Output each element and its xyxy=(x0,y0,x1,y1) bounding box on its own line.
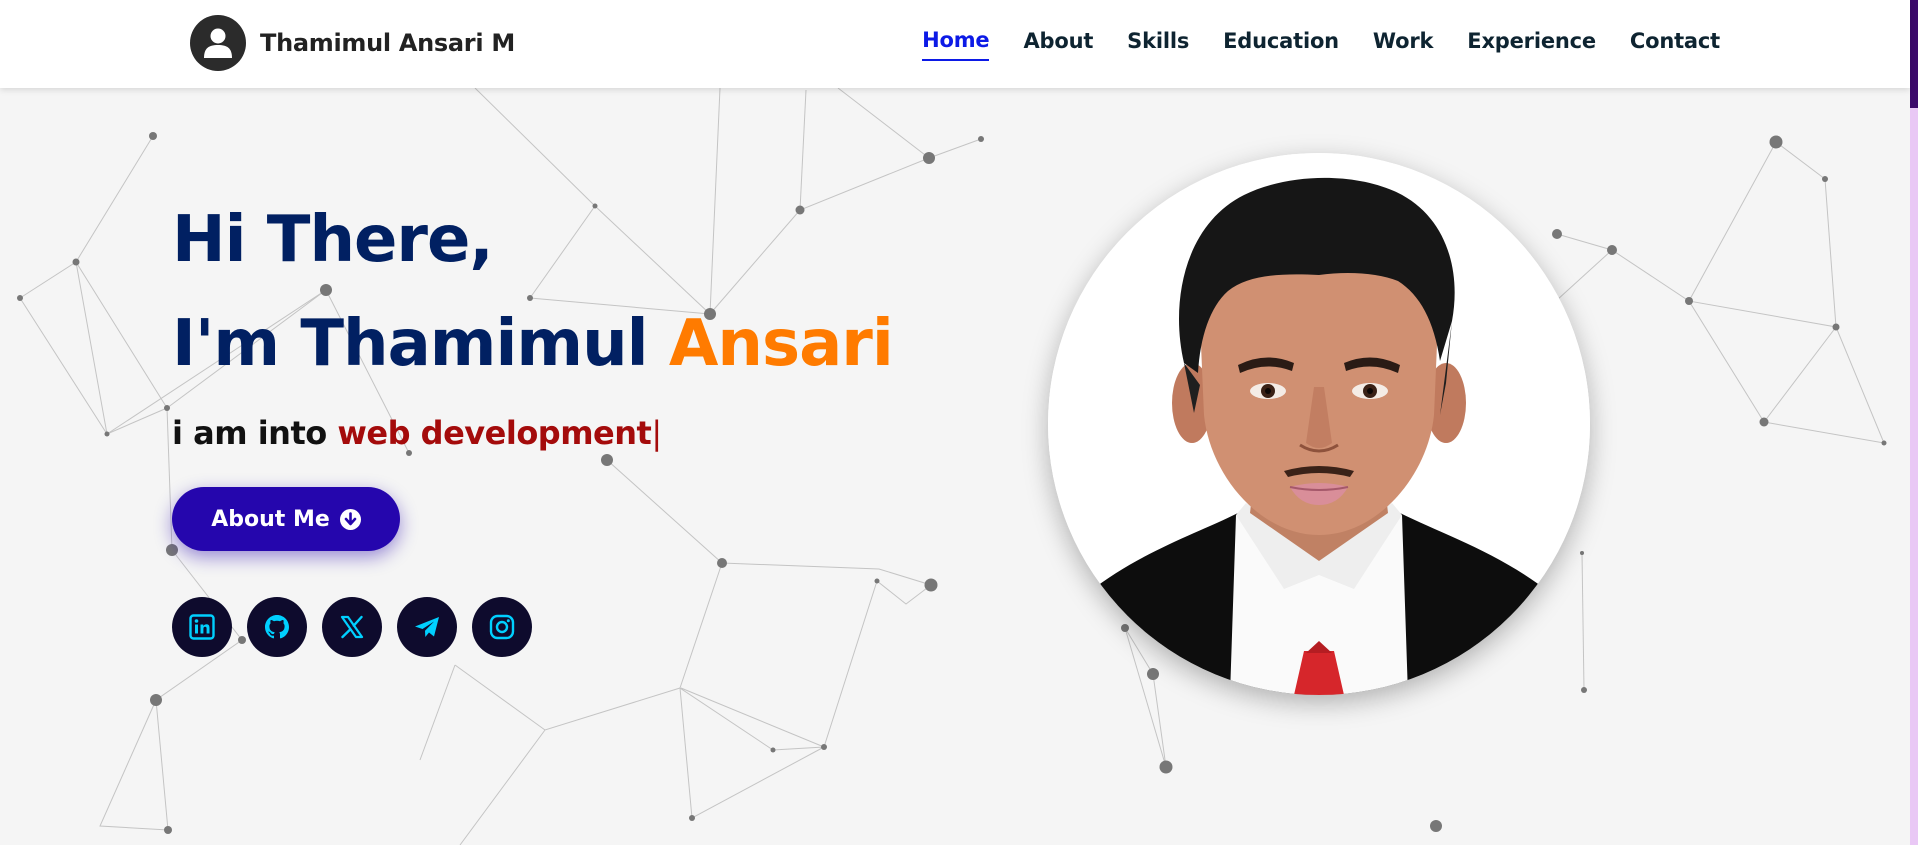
typing-typed: web development xyxy=(337,414,652,452)
navbar: Thamimul Ansari M Home About Skills Educ… xyxy=(0,0,1910,88)
brand-link[interactable]: Thamimul Ansari M xyxy=(190,15,515,71)
about-me-button-label: About Me xyxy=(211,506,330,532)
nav-link-skills[interactable]: Skills xyxy=(1127,29,1189,60)
hero-intro: I'm Thamimul Ansari xyxy=(172,312,894,376)
x-twitter-link[interactable] xyxy=(322,597,382,657)
arrow-circle-down-icon xyxy=(339,508,361,530)
page-scrollbar-track[interactable] xyxy=(1910,0,1918,845)
github-icon xyxy=(265,615,289,639)
portrait-image xyxy=(1048,153,1590,695)
nav-link-contact[interactable]: Contact xyxy=(1630,29,1720,60)
hero-intro-highlight: Ansari xyxy=(668,307,894,381)
x-twitter-icon xyxy=(340,615,364,639)
profile-photo xyxy=(1048,153,1590,695)
brand-name: Thamimul Ansari M xyxy=(260,29,515,57)
nav-link-work[interactable]: Work xyxy=(1373,29,1434,60)
hero-greeting: Hi There, xyxy=(172,203,494,277)
typing-text: i am into web development| xyxy=(172,414,662,452)
nav-link-education[interactable]: Education xyxy=(1223,29,1339,60)
nav-link-home[interactable]: Home xyxy=(922,28,990,61)
instagram-icon xyxy=(489,614,515,640)
main-nav: Home About Skills Education Work Experie… xyxy=(888,0,1720,88)
github-link[interactable] xyxy=(247,597,307,657)
linkedin-link[interactable] xyxy=(172,597,232,657)
social-links xyxy=(172,597,547,657)
instagram-link[interactable] xyxy=(472,597,532,657)
hero-intro-name: I'm Thamimul xyxy=(172,307,649,381)
user-avatar-icon xyxy=(190,15,246,71)
about-me-button[interactable]: About Me xyxy=(172,487,400,551)
telegram-icon xyxy=(415,617,439,637)
page-scrollbar-thumb[interactable] xyxy=(1910,0,1918,108)
typing-cursor: | xyxy=(651,414,662,452)
nav-link-experience[interactable]: Experience xyxy=(1467,29,1596,60)
telegram-link[interactable] xyxy=(397,597,457,657)
nav-link-about[interactable]: About xyxy=(1023,29,1093,60)
typing-prefix: i am into xyxy=(172,414,327,452)
linkedin-icon xyxy=(189,614,215,640)
